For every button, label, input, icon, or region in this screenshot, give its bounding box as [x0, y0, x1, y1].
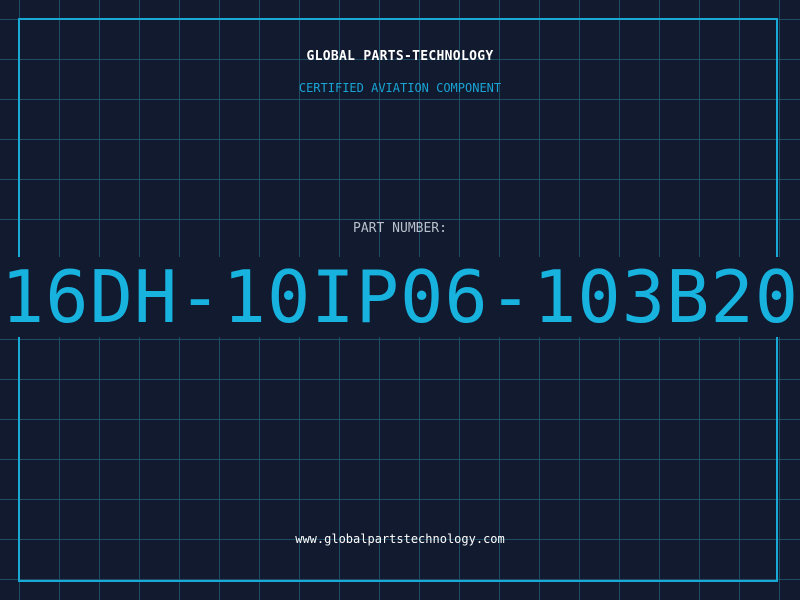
website-link[interactable]: www.globalpartstechnology.com [0, 532, 800, 546]
part-number-label: PART NUMBER: [353, 221, 447, 236]
part-number-band: 16DH-10IP06-103B20 [0, 257, 800, 337]
certificate-canvas: GLOBAL PARTS-TECHNOLOGY CERTIFIED AVIATI… [0, 0, 800, 600]
brand-title: GLOBAL PARTS-TECHNOLOGY [306, 49, 494, 64]
certification-subtitle: CERTIFIED AVIATION COMPONENT [298, 81, 502, 95]
part-number-value: 16DH-10IP06-103B20 [0, 257, 800, 337]
